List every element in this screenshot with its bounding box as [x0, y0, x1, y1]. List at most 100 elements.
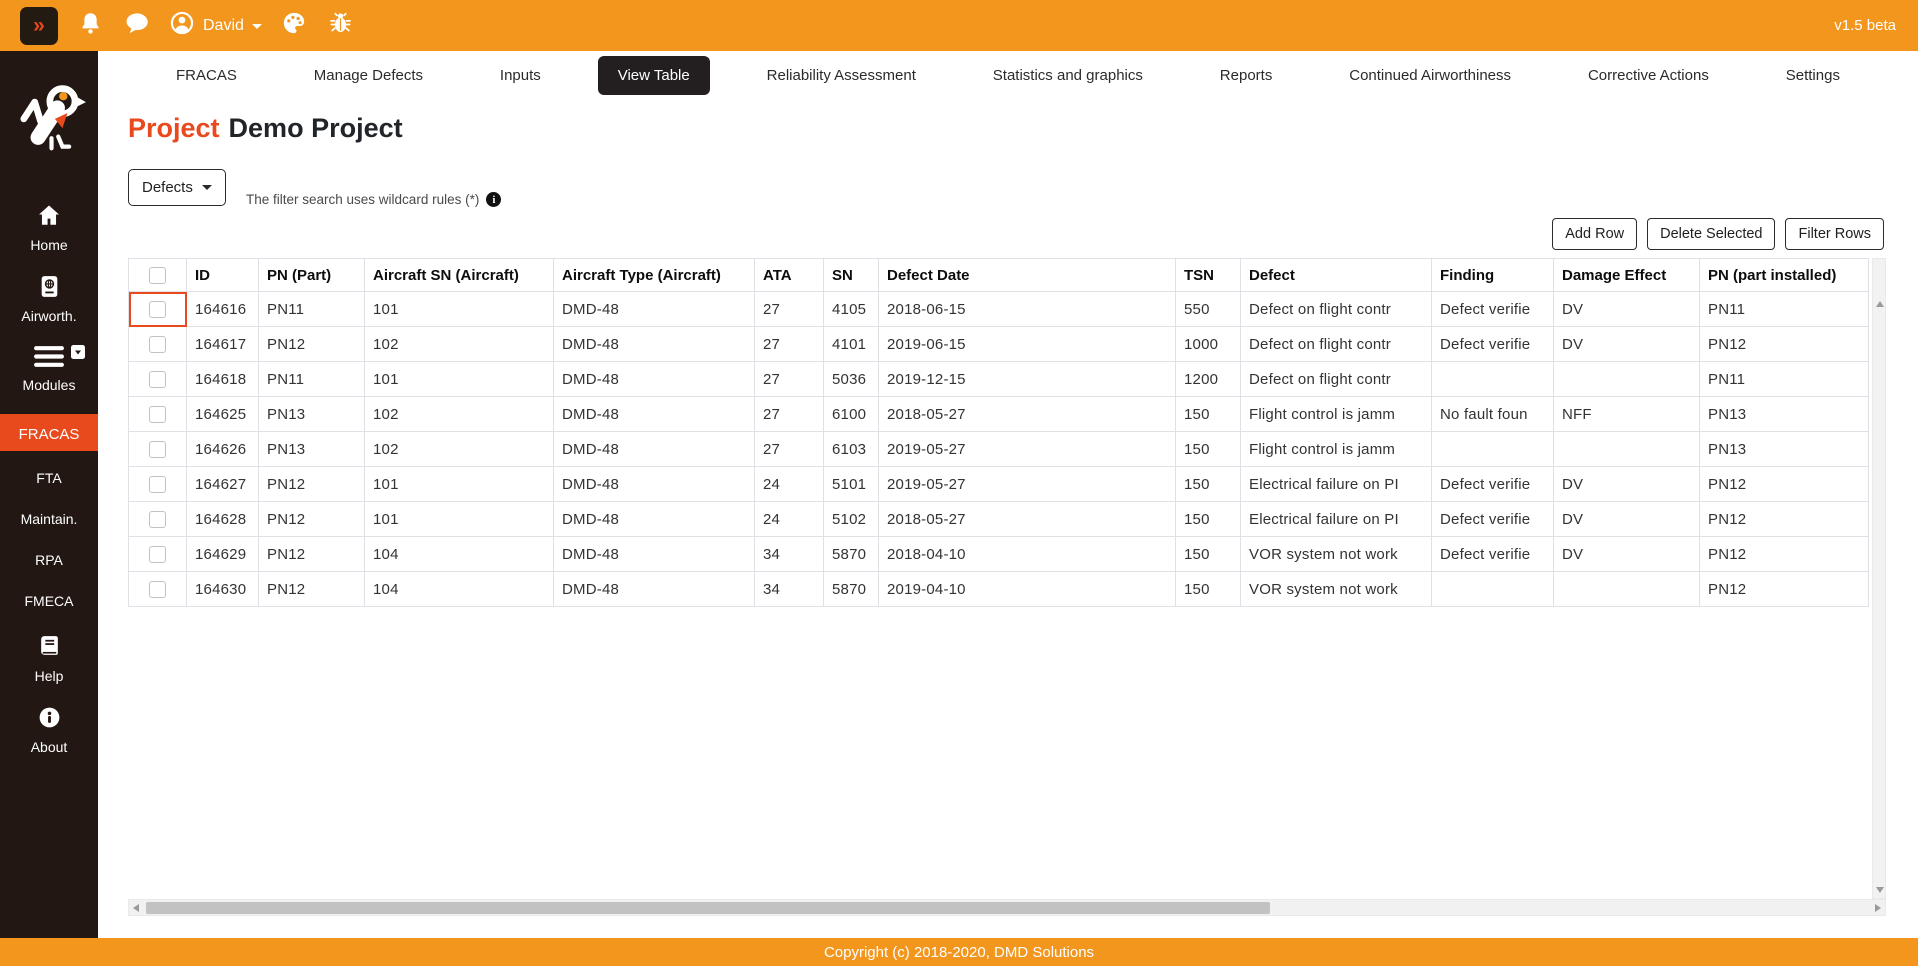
table-cell[interactable]	[1554, 432, 1700, 467]
tab-settings[interactable]: Settings	[1766, 56, 1860, 95]
table-cell[interactable]: 4101	[824, 327, 879, 362]
info-icon[interactable]: i	[486, 192, 501, 207]
tab-inputs[interactable]: Inputs	[480, 56, 561, 95]
table-cell[interactable]: PN12	[1700, 502, 1869, 537]
table-cell[interactable]: DV	[1554, 327, 1700, 362]
table-cell[interactable]: DV	[1554, 467, 1700, 502]
sidebar-item-airworth[interactable]: Airworth.	[0, 274, 98, 324]
scroll-left-arrow-icon[interactable]	[133, 904, 139, 912]
table-cell[interactable]: 5102	[824, 502, 879, 537]
table-cell[interactable]: DMD-48	[554, 362, 755, 397]
table-cell[interactable]: Electrical failure on PI	[1241, 502, 1432, 537]
table-cell[interactable]: 1200	[1176, 362, 1241, 397]
notifications-button[interactable]	[77, 12, 104, 39]
table-cell[interactable]: Defect on flight contr	[1241, 362, 1432, 397]
table-cell[interactable]: 150	[1176, 467, 1241, 502]
table-cell[interactable]: VOR system not work	[1241, 572, 1432, 607]
scroll-up-arrow-icon[interactable]	[1876, 301, 1884, 307]
table-cell[interactable]: Defect verifie	[1432, 292, 1554, 327]
table-cell[interactable]: DMD-48	[554, 537, 755, 572]
tab-reliability-assessment[interactable]: Reliability Assessment	[747, 56, 936, 95]
table-cell[interactable]: 24	[755, 467, 824, 502]
table-cell[interactable]: 164628	[187, 502, 259, 537]
scroll-down-arrow-icon[interactable]	[1876, 887, 1884, 893]
table-cell[interactable]: PN13	[1700, 432, 1869, 467]
table-cell[interactable]: 27	[755, 327, 824, 362]
table-cell[interactable]: Flight control is jamm	[1241, 432, 1432, 467]
vertical-scrollbar[interactable]	[1872, 258, 1886, 899]
table-cell[interactable]: 164627	[187, 467, 259, 502]
table-cell[interactable]: 1000	[1176, 327, 1241, 362]
table-cell[interactable]: 101	[365, 292, 554, 327]
table-cell[interactable]: 164625	[187, 397, 259, 432]
row-checkbox[interactable]	[149, 371, 166, 388]
table-cell[interactable]: PN13	[1700, 397, 1869, 432]
table-cell[interactable]: 24	[755, 502, 824, 537]
tab-corrective-actions[interactable]: Corrective Actions	[1568, 56, 1729, 95]
sidebar-item-rpa[interactable]: RPA	[0, 552, 98, 569]
table-cell[interactable]: DV	[1554, 292, 1700, 327]
tab-manage-defects[interactable]: Manage Defects	[294, 56, 443, 95]
table-cell[interactable]: 2018-06-15	[879, 292, 1176, 327]
table-cell[interactable]: DV	[1554, 537, 1700, 572]
table-cell[interactable]: 5870	[824, 537, 879, 572]
table-cell[interactable]: NFF	[1554, 397, 1700, 432]
filter-rows-button[interactable]: Filter Rows	[1785, 218, 1884, 250]
table-cell[interactable]: 150	[1176, 432, 1241, 467]
table-cell[interactable]: Defect verifie	[1432, 327, 1554, 362]
row-checkbox[interactable]	[149, 301, 166, 318]
scroll-right-arrow-icon[interactable]	[1875, 904, 1881, 912]
table-cell[interactable]	[1554, 362, 1700, 397]
table-cell[interactable]: PN12	[1700, 327, 1869, 362]
sidebar-item-home[interactable]: Home	[0, 202, 98, 253]
table-cell[interactable]: 4105	[824, 292, 879, 327]
table-cell[interactable]: Electrical failure on PI	[1241, 467, 1432, 502]
user-menu[interactable]: David	[169, 10, 262, 41]
table-cell[interactable]: 150	[1176, 502, 1241, 537]
table-cell[interactable]: Defect on flight contr	[1241, 327, 1432, 362]
table-cell[interactable]: DMD-48	[554, 572, 755, 607]
sidebar-item-about[interactable]: About	[0, 705, 98, 755]
row-checkbox[interactable]	[149, 336, 166, 353]
sidebar-item-fta[interactable]: FTA	[0, 470, 98, 487]
table-cell[interactable]: 150	[1176, 537, 1241, 572]
sidebar-item-modules[interactable]: Modules	[0, 345, 98, 393]
sidebar-item-fracas[interactable]: FRACAS	[0, 414, 98, 451]
table-cell[interactable]: DMD-48	[554, 502, 755, 537]
table-cell[interactable]: 2019-04-10	[879, 572, 1176, 607]
table-cell[interactable]: VOR system not work	[1241, 537, 1432, 572]
tab-reports[interactable]: Reports	[1200, 56, 1293, 95]
table-cell[interactable]: 102	[365, 432, 554, 467]
table-cell[interactable]: DMD-48	[554, 432, 755, 467]
table-cell[interactable]: PN12	[259, 572, 365, 607]
table-cell[interactable]: 164626	[187, 432, 259, 467]
table-cell[interactable]: Defect on flight contr	[1241, 292, 1432, 327]
table-cell[interactable]: 2019-06-15	[879, 327, 1176, 362]
row-checkbox[interactable]	[149, 476, 166, 493]
table-cell[interactable]: DMD-48	[554, 327, 755, 362]
table-cell[interactable]: DV	[1554, 502, 1700, 537]
table-cell[interactable]: 6103	[824, 432, 879, 467]
table-cell[interactable]: 101	[365, 467, 554, 502]
table-cell[interactable]: 6100	[824, 397, 879, 432]
row-checkbox[interactable]	[149, 406, 166, 423]
table-cell[interactable]: 101	[365, 362, 554, 397]
sidebar-item-maintain[interactable]: Maintain.	[0, 511, 98, 528]
table-cell[interactable]: 102	[365, 397, 554, 432]
table-cell[interactable]: PN11	[259, 362, 365, 397]
row-checkbox[interactable]	[149, 441, 166, 458]
table-cell[interactable]	[1432, 572, 1554, 607]
table-cell[interactable]: 27	[755, 362, 824, 397]
tab-continued-airworthiness[interactable]: Continued Airworthiness	[1329, 56, 1531, 95]
defects-dropdown[interactable]: Defects	[128, 169, 226, 206]
table-cell[interactable]: PN12	[259, 467, 365, 502]
tab-fracas[interactable]: FRACAS	[156, 56, 257, 95]
table-cell[interactable]: 164616	[187, 292, 259, 327]
table-cell[interactable]: PN12	[259, 327, 365, 362]
table-cell[interactable]: 2018-05-27	[879, 502, 1176, 537]
table-cell[interactable]: 5870	[824, 572, 879, 607]
table-cell[interactable]: 2019-05-27	[879, 432, 1176, 467]
table-cell[interactable]: 34	[755, 537, 824, 572]
table-cell[interactable]: PN11	[1700, 362, 1869, 397]
table-cell[interactable]: 164630	[187, 572, 259, 607]
